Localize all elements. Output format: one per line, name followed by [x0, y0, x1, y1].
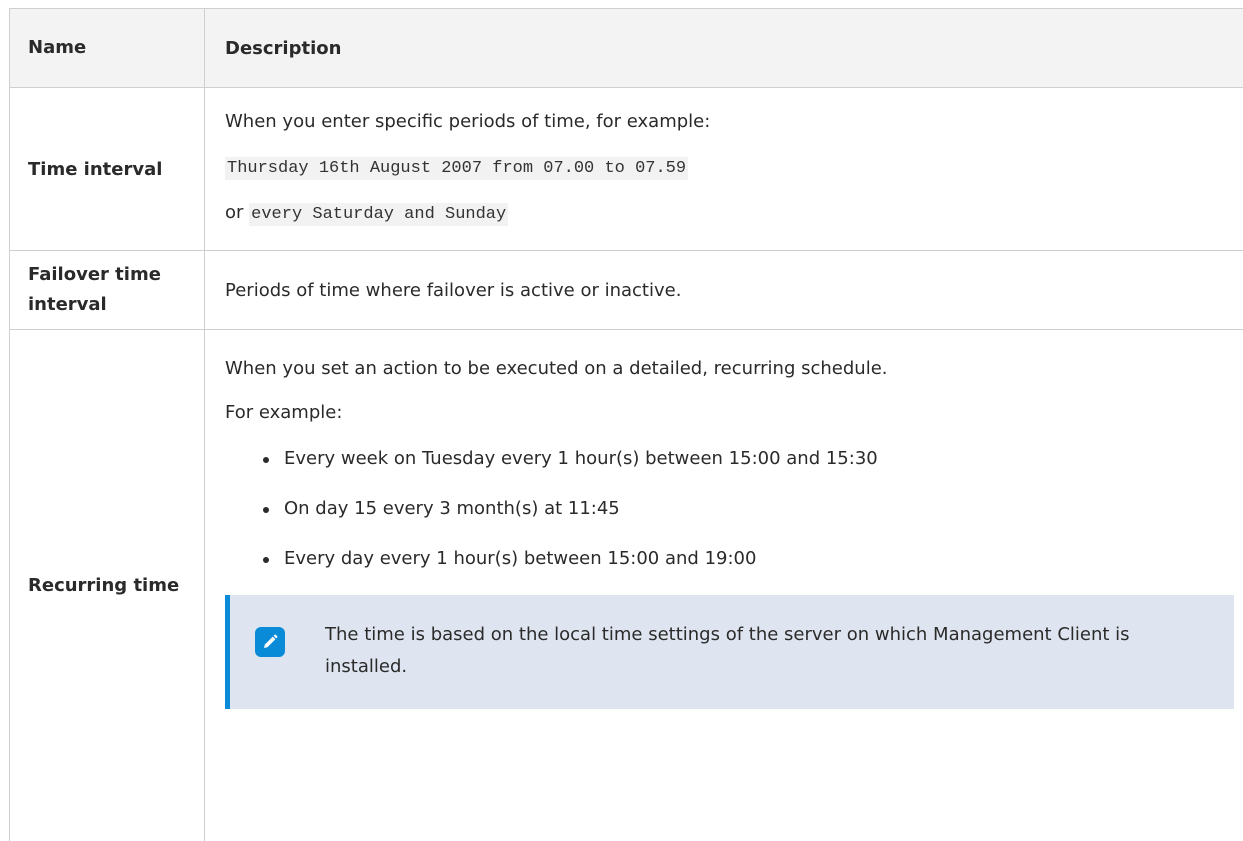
for-example-label: For example:: [225, 402, 343, 423]
description-intro: When you enter specific periods of time,…: [225, 111, 711, 132]
code-example: Thursday 16th August 2007 from 07.00 to …: [225, 157, 689, 180]
row-name-time-interval: Time interval: [10, 88, 205, 250]
row-description: Periods of time where failover is active…: [205, 251, 1243, 329]
schedule-types-table: Name Description Time interval When you …: [9, 8, 1243, 841]
note-callout: The time is based on the local time sett…: [225, 595, 1234, 709]
description-text: Periods of time where failover is active…: [225, 279, 682, 301]
example-line: Thursday 16th August 2007 from 07.00 to …: [225, 156, 1243, 180]
list-item: Every day every 1 hour(s) between 15:00 …: [261, 545, 1243, 572]
table-row: Time interval When you enter specific pe…: [10, 88, 1243, 251]
table-row: Failover time interval Periods of time w…: [10, 251, 1243, 330]
description-intro: When you set an action to be executed on…: [225, 358, 888, 379]
list-item: On day 15 every 3 month(s) at 11:45: [261, 495, 1243, 522]
row-name-failover-time-interval: Failover time interval: [10, 251, 205, 329]
list-item: Every week on Tuesday every 1 hour(s) be…: [261, 445, 1243, 472]
examples-list: Every week on Tuesday every 1 hour(s) be…: [225, 445, 1243, 572]
table-header-row: Name Description: [10, 9, 1243, 88]
table-row: Recurring time When you set an action to…: [10, 330, 1243, 841]
row-description: When you enter specific periods of time,…: [205, 88, 1243, 250]
row-description: When you set an action to be executed on…: [205, 330, 1243, 841]
pencil-icon-graphic: [264, 634, 278, 648]
header-description: Description: [225, 37, 342, 59]
or-label: or: [225, 202, 244, 223]
code-example: every Saturday and Sunday: [249, 203, 509, 226]
header-name: Name: [10, 9, 205, 87]
note-text: The time is based on the local time sett…: [325, 624, 1130, 677]
row-name-recurring-time: Recurring time: [10, 330, 205, 841]
pencil-icon: [255, 627, 285, 657]
example-line: or every Saturday and Sunday: [225, 202, 1243, 226]
